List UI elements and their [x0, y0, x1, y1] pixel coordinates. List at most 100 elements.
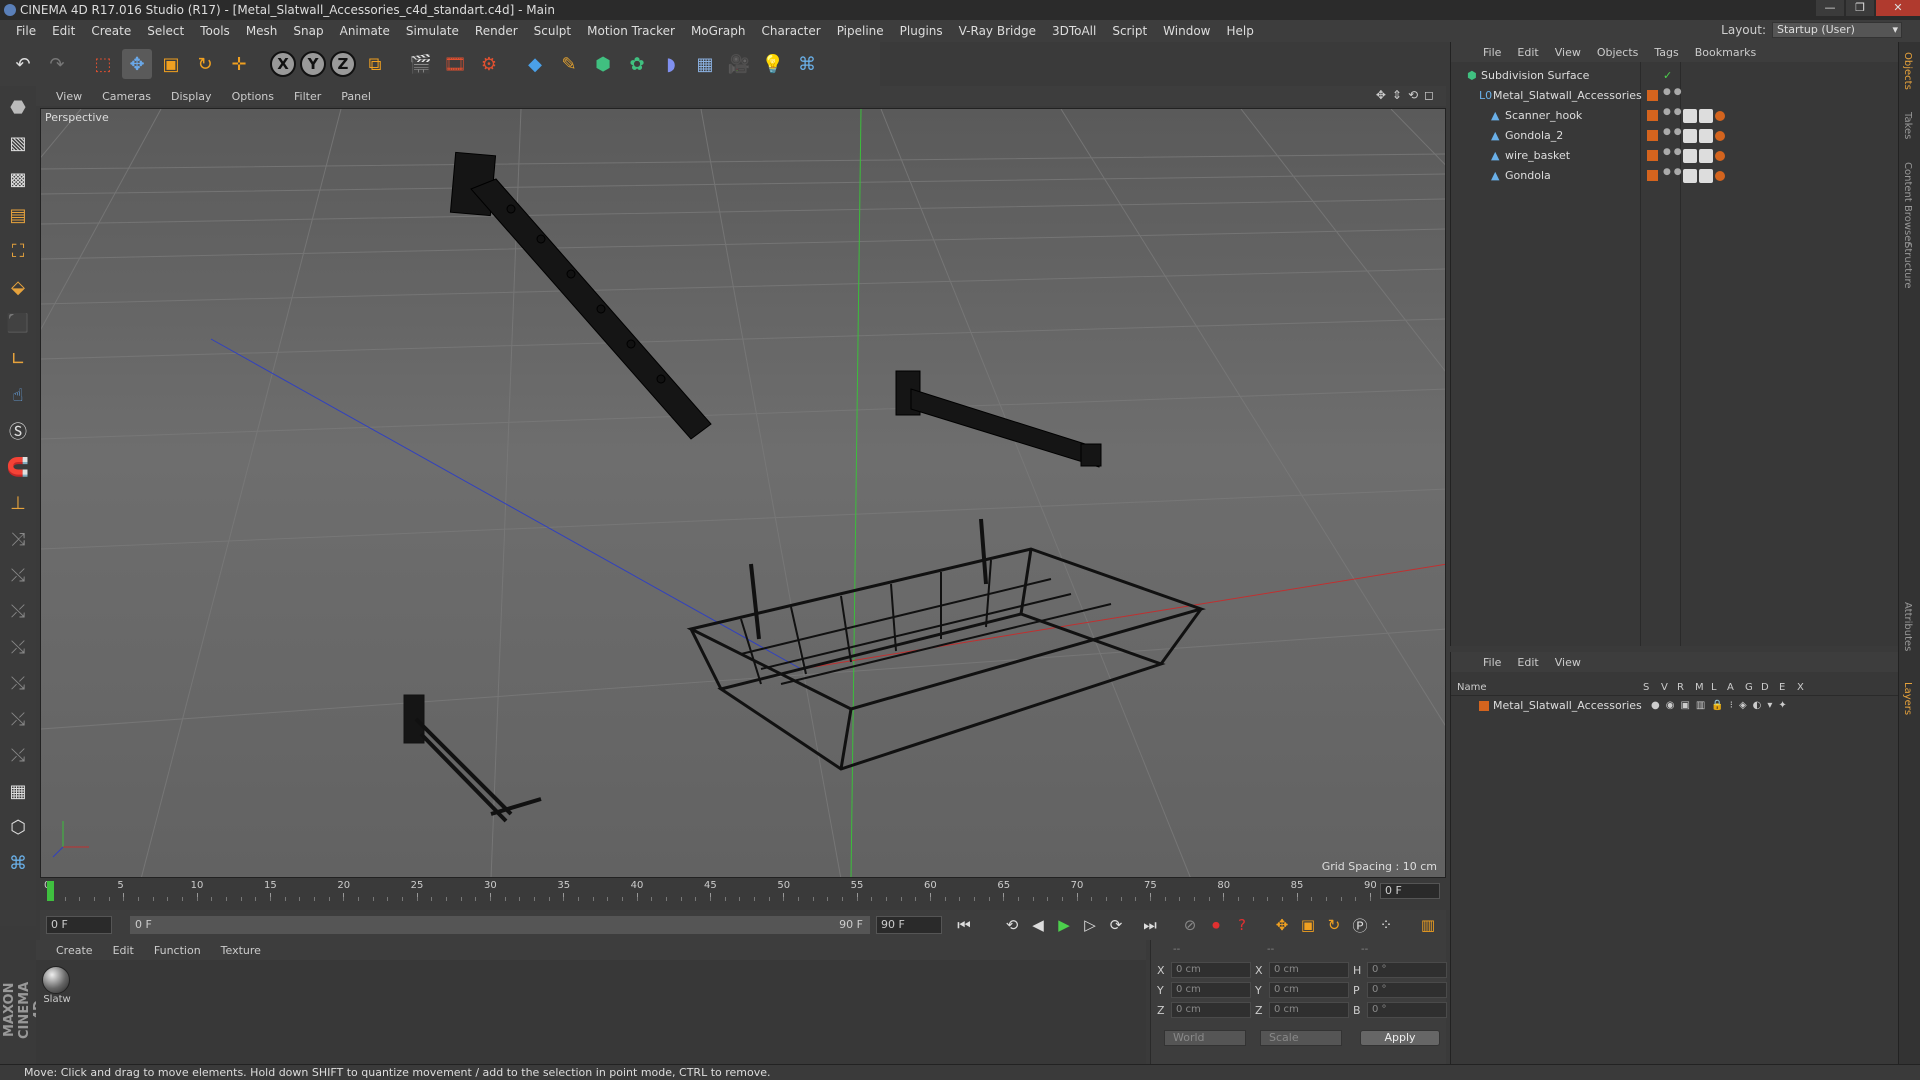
visibility-dots-icon[interactable]: ● ● [1663, 108, 1682, 117]
sculpt-brush-icon[interactable]: ⤨ [4, 524, 32, 554]
perspective-viewport[interactable]: Perspective Grid Spacing : 10 cm [40, 108, 1446, 878]
viewport-menu-cameras[interactable]: Cameras [92, 90, 161, 103]
axis-mode-icon[interactable]: ∟ [4, 344, 32, 374]
size-field[interactable]: 0 cm [1269, 982, 1349, 998]
brush-s-icon[interactable]: ⤯ [4, 632, 32, 662]
goto-previous-key-icon[interactable]: ⟲ [1000, 913, 1024, 937]
texture-tag-icon[interactable] [1699, 129, 1713, 143]
polygons-mode-icon[interactable]: ⬛ [4, 308, 32, 338]
menu-create[interactable]: Create [83, 24, 139, 38]
menu-edit[interactable]: Edit [44, 24, 83, 38]
menu-animate[interactable]: Animate [332, 24, 398, 38]
menu-mograph[interactable]: MoGraph [683, 24, 754, 38]
menu-snap[interactable]: Snap [285, 24, 331, 38]
points-mode-icon[interactable]: ⛶ [4, 236, 32, 266]
python-icon[interactable]: ⌘ [792, 49, 822, 79]
apply-button[interactable]: Apply [1360, 1030, 1440, 1046]
menu-character[interactable]: Character [753, 24, 828, 38]
side-tab-objects[interactable]: Objects [1902, 52, 1913, 90]
layer-color-tag[interactable] [1647, 110, 1658, 121]
subdivision-surface-icon[interactable]: ⬢ [588, 49, 618, 79]
object-menu-file[interactable]: File [1475, 46, 1509, 59]
expand-toggle-icon[interactable]: L0 [1479, 86, 1492, 106]
frame-range-slider[interactable]: 0 F 90 F [130, 916, 870, 934]
current-frame-field[interactable]: 0 F [1380, 883, 1440, 899]
object-row[interactable]: ▲ Scanner_hook ● ● [1451, 106, 1899, 126]
goto-start-icon[interactable]: ⏮ [952, 913, 976, 937]
material-tag-icon[interactable] [1683, 129, 1697, 143]
side-tab-structure[interactable]: Structure [1902, 242, 1913, 289]
redo-icon[interactable]: ↷ [42, 49, 72, 79]
paint-grid-icon[interactable]: ▦ [4, 776, 32, 806]
layer-color-swatch[interactable] [1479, 701, 1489, 711]
live-selection-icon[interactable]: ⬚ [88, 49, 118, 79]
material-slot[interactable]: Slatw [42, 966, 72, 1005]
size-field[interactable]: 0 cm [1269, 962, 1349, 978]
layer-color-tag[interactable] [1647, 150, 1658, 161]
menu-render[interactable]: Render [467, 24, 526, 38]
gondola-2-model[interactable] [895, 370, 1102, 468]
brush-smooth-icon[interactable]: ⤯ [4, 704, 32, 734]
snap-icon[interactable]: Ⓢ [4, 416, 32, 446]
deformer-icon[interactable]: ◗ [656, 49, 686, 79]
transform-tool-icon[interactable]: ✛ [224, 49, 254, 79]
object-row[interactable]: ▲ Gondola_2 ● ● [1451, 126, 1899, 146]
floor-icon[interactable]: ▦ [690, 49, 720, 79]
viewport-zoom-icon[interactable]: ⇕ [1392, 88, 1402, 102]
visibility-dots-icon[interactable]: ● ● [1663, 128, 1682, 137]
menu-pipeline[interactable]: Pipeline [829, 24, 892, 38]
model-mode-icon[interactable]: ▧ [4, 128, 32, 158]
cube-primitive-icon[interactable]: ◆ [520, 49, 550, 79]
texture-tag-icon[interactable] [1699, 109, 1713, 123]
material-menu-edit[interactable]: Edit [103, 944, 144, 957]
viewport-menu-view[interactable]: View [46, 90, 92, 103]
brush-p-icon[interactable]: ⤯ [4, 560, 32, 590]
menu-v-ray-bridge[interactable]: V-Ray Bridge [951, 24, 1044, 38]
previous-frame-icon[interactable]: ◀ [1026, 913, 1050, 937]
workplane-icon[interactable]: ⊥ [4, 488, 32, 518]
viewport-menu-options[interactable]: Options [222, 90, 284, 103]
object-menu-objects[interactable]: Objects [1589, 46, 1647, 59]
end-frame-field[interactable]: 90 F [876, 916, 942, 934]
cloner-icon[interactable]: ✿ [622, 49, 652, 79]
close-button[interactable]: ✕ [1876, 0, 1920, 16]
layer-color-tag[interactable] [1647, 130, 1658, 141]
minimize-button[interactable]: — [1816, 0, 1844, 16]
play-icon[interactable]: ▶ [1052, 913, 1076, 937]
z-axis-lock-icon[interactable]: Z [330, 51, 356, 77]
layer-menu-view[interactable]: View [1547, 656, 1589, 669]
scale-tool-icon[interactable]: ▣ [156, 49, 186, 79]
object-row[interactable]: ▲ Gondola ● ● [1451, 166, 1899, 186]
scanner-hook-model[interactable] [449, 151, 712, 440]
workplane-mode-icon[interactable]: ▤ [4, 200, 32, 230]
object-row[interactable]: L0 Metal_Slatwall_Accessories ● ● [1451, 86, 1899, 106]
brush-o-icon[interactable]: ⤯ [4, 668, 32, 698]
side-tab-takes[interactable]: Takes [1902, 112, 1913, 139]
side-tab-content-browser[interactable]: Content Browser [1902, 162, 1913, 245]
texture-tag-icon[interactable] [1699, 149, 1713, 163]
rotate-tool-icon[interactable]: ↻ [190, 49, 220, 79]
viewport-pan-icon[interactable]: ✥ [1376, 88, 1386, 102]
size-field[interactable]: 0 cm [1269, 1002, 1349, 1018]
phong-tag-icon[interactable] [1715, 171, 1725, 181]
menu-help[interactable]: Help [1218, 24, 1261, 38]
layer-menu-file[interactable]: File [1475, 656, 1509, 669]
object-menu-bookmarks[interactable]: Bookmarks [1687, 46, 1764, 59]
goto-next-key-icon[interactable]: ⟳ [1104, 913, 1128, 937]
bake-icon[interactable]: ⬡ [4, 812, 32, 842]
make-editable-icon[interactable]: ⬣ [4, 92, 32, 122]
menu-select[interactable]: Select [139, 24, 192, 38]
menu-file[interactable]: File [8, 24, 44, 38]
goto-end-icon[interactable]: ⏭ [1138, 913, 1162, 937]
enabled-check-icon[interactable]: ✓ [1663, 66, 1672, 86]
menu-tools[interactable]: Tools [192, 24, 238, 38]
timeline-playhead[interactable] [47, 881, 54, 901]
tweak-mode-icon[interactable]: ☝ [4, 380, 32, 410]
position-field[interactable]: 0 cm [1171, 1002, 1251, 1018]
coordinate-system-icon[interactable]: ⧉ [360, 49, 390, 79]
y-axis-lock-icon[interactable]: Y [300, 51, 326, 77]
material-menu-create[interactable]: Create [46, 944, 103, 957]
move-tool-icon[interactable]: ✥ [122, 49, 152, 79]
timeline-ruler[interactable]: 051015202530354045505560657075808590 0 F [40, 880, 1446, 902]
edges-mode-icon[interactable]: ⬙ [4, 272, 32, 302]
